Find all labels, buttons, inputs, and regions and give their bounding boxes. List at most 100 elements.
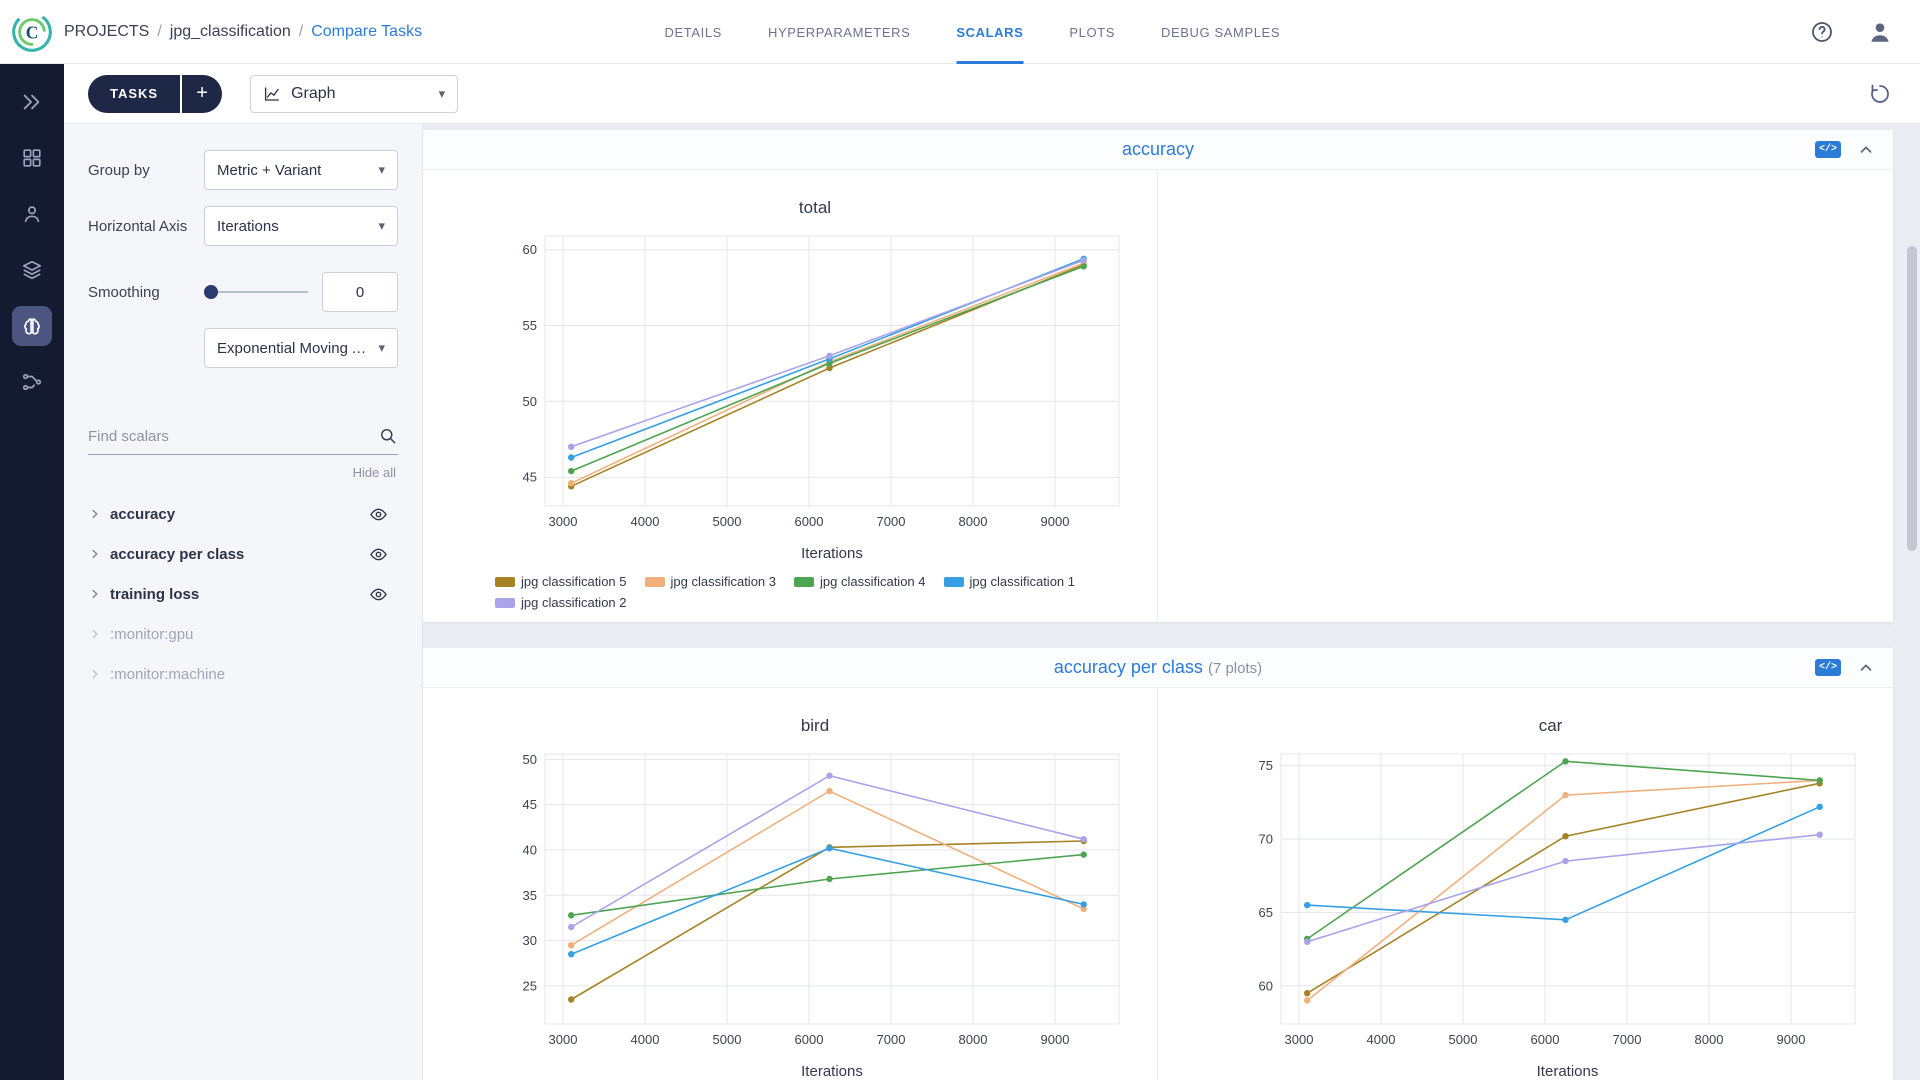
toolbar: TASKS + Graph ▾: [64, 64, 1920, 124]
chevron-right-icon[interactable]: [88, 627, 102, 641]
profile-icon[interactable]: [1862, 14, 1898, 50]
metric-label: accuracy: [110, 505, 176, 523]
svg-text:45: 45: [523, 470, 537, 485]
svg-text:7000: 7000: [877, 514, 906, 529]
plot-cell: car 3000 4000 5000 6000 7000 8000 9000 60 65 70 75…: [1158, 688, 1893, 1080]
side-rail: [0, 64, 64, 1080]
smoothing-label: Smoothing: [88, 283, 160, 301]
svg-text:4000: 4000: [631, 1032, 660, 1047]
group-title: accuracy: [423, 139, 1893, 160]
app-header: C PROJECTS / jpg_classification / Compar…: [0, 0, 1920, 64]
chevron-right-icon[interactable]: [88, 507, 102, 521]
metric-row-training-loss[interactable]: training loss: [88, 574, 398, 614]
svg-text:8000: 8000: [959, 1032, 988, 1047]
legend-item[interactable]: jpg classification 4: [794, 574, 926, 589]
group-by-value: Metric + Variant: [217, 161, 322, 179]
legend-item[interactable]: jpg classification 5: [495, 574, 627, 589]
plot-xlabel: Iterations: [801, 1063, 863, 1080]
line-chart-canvas[interactable]: 3000 4000 5000 6000 7000 8000 9000 25 30 35 40 45 50: [495, 746, 1135, 1061]
app-root: C PROJECTS / jpg_classification / Compar…: [0, 0, 1920, 1080]
add-task-button[interactable]: +: [182, 74, 223, 113]
svg-text:C: C: [26, 22, 39, 42]
plot-cell: bird 3000 4000 5000 6000 7000 8000 9000 25 30 35 4…: [423, 688, 1158, 1080]
svg-text:4000: 4000: [631, 514, 660, 529]
collapse-section-icon[interactable]: [1857, 659, 1875, 677]
svg-text:3000: 3000: [549, 514, 578, 529]
smoothing-type-dropdown[interactable]: Exponential Moving Av... ▾: [204, 328, 398, 368]
plot-xlabel: Iterations: [801, 545, 863, 562]
breadcrumb-separator: /: [157, 22, 162, 40]
rail-datasets-icon[interactable]: [12, 250, 52, 290]
legend-item[interactable]: jpg classification 1: [943, 574, 1075, 589]
rail-pipelines-icon[interactable]: [12, 362, 52, 402]
smoothing-input[interactable]: [322, 272, 398, 312]
breadcrumb-separator-2: /: [298, 22, 304, 40]
svg-text:75: 75: [1258, 758, 1272, 773]
breadcrumb-projects[interactable]: PROJECTS: [64, 23, 149, 41]
view-mode-dropdown[interactable]: Graph ▾: [250, 74, 459, 113]
svg-text:8000: 8000: [1694, 1032, 1723, 1047]
svg-text:65: 65: [1258, 905, 1272, 920]
tab-hyperparameters[interactable]: HYPERPARAMETERS: [768, 0, 910, 64]
smoothing-slider-thumb[interactable]: [204, 285, 218, 299]
tab-plots[interactable]: PLOTS: [1069, 0, 1115, 64]
eye-icon[interactable]: [369, 585, 388, 604]
legend-item[interactable]: jpg classification 3: [644, 574, 776, 589]
rail-workers-icon[interactable]: [12, 194, 52, 234]
metric-group-accuracy-per-class: accuracy per class (7 plots) </> bird 30…: [423, 648, 1893, 1080]
hide-all-link[interactable]: Hide all: [88, 465, 396, 480]
chevron-right-icon[interactable]: [88, 547, 102, 561]
rail-projects-icon[interactable]: [12, 138, 52, 178]
tab-scalars[interactable]: SCALARS: [956, 0, 1024, 64]
line-chart-canvas[interactable]: 3000 4000 5000 6000 7000 8000 9000 45 50 55 60: [495, 228, 1135, 543]
svg-text:7000: 7000: [877, 1032, 906, 1047]
clearml-logo[interactable]: C: [0, 0, 64, 63]
chevron-right-icon[interactable]: [88, 667, 102, 681]
legend-swatch: [495, 597, 515, 608]
svg-text:60: 60: [1258, 978, 1272, 993]
metric-row-accuracy-per-class[interactable]: accuracy per class: [88, 534, 398, 574]
breadcrumb-project-name[interactable]: jpg_classification: [170, 23, 291, 41]
help-icon[interactable]: [1804, 14, 1840, 50]
legend-swatch: [644, 576, 665, 587]
metric-label: training loss: [110, 585, 200, 603]
plot-title: bird: [800, 716, 830, 735]
eye-icon[interactable]: [369, 545, 388, 564]
scalar-search-input[interactable]: [88, 427, 378, 445]
svg-text:55: 55: [523, 318, 537, 333]
scalar-search: [88, 426, 398, 455]
tasks-button[interactable]: TASKS: [88, 74, 181, 113]
plot-cell-empty: [1158, 170, 1893, 622]
plot-title: car: [1538, 716, 1563, 735]
auto-refresh-icon[interactable]: [1862, 76, 1898, 112]
svg-text:45: 45: [523, 797, 537, 812]
rail-getting-started-icon[interactable]: [12, 82, 52, 122]
smoothing-slider[interactable]: [204, 272, 308, 312]
embed-code-icon[interactable]: </>: [1814, 141, 1841, 158]
eye-icon[interactable]: [369, 505, 388, 524]
rail-experiments-icon[interactable]: [12, 306, 52, 346]
legend-swatch: [794, 576, 814, 587]
group-title-text: accuracy: [1121, 139, 1195, 159]
metric-row-monitor-machine[interactable]: :monitor:machine: [88, 654, 398, 694]
tab-debug-samples[interactable]: DEBUG SAMPLES: [1161, 0, 1280, 64]
metric-row-accuracy[interactable]: accuracy: [88, 494, 398, 534]
legend-label: jpg classification 2: [521, 595, 627, 610]
legend-item[interactable]: jpg classification 2: [495, 595, 627, 610]
svg-text:8000: 8000: [959, 514, 988, 529]
svg-text:7000: 7000: [1612, 1032, 1641, 1047]
tab-details[interactable]: DETAILS: [665, 0, 722, 64]
search-icon[interactable]: [378, 426, 398, 446]
legend-label: jpg classification 5: [521, 574, 627, 589]
svg-text:5000: 5000: [713, 1032, 742, 1047]
embed-code-icon[interactable]: </>: [1814, 659, 1841, 676]
line-chart-canvas[interactable]: 3000 4000 5000 6000 7000 8000 9000 60 65 70 75: [1231, 746, 1871, 1061]
group-by-dropdown[interactable]: Metric + Variant ▾: [204, 150, 398, 190]
view-mode-value: Graph: [291, 84, 336, 102]
chevron-right-icon[interactable]: [88, 587, 102, 601]
collapse-section-icon[interactable]: [1857, 141, 1875, 159]
horizontal-axis-dropdown[interactable]: Iterations ▾: [204, 206, 398, 246]
metric-row-monitor-gpu[interactable]: :monitor:gpu: [88, 614, 398, 654]
scrollbar-thumb[interactable]: [1907, 246, 1917, 551]
legend-label: jpg classification 4: [820, 574, 926, 589]
